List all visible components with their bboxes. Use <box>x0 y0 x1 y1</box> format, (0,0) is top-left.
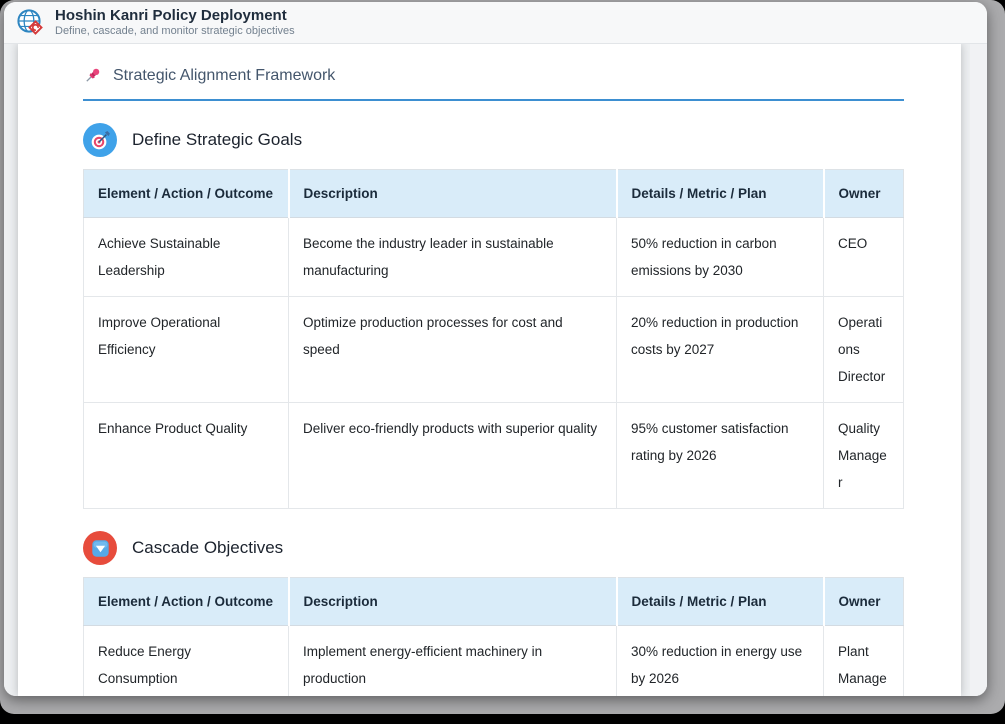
pushpin-icon <box>83 66 102 85</box>
section-define-strategic-goals: Define Strategic Goals Element / Action /… <box>83 123 904 509</box>
table-header-row: Element / Action / OutcomeDescriptionDet… <box>84 170 904 218</box>
table-cell: Become the industry leader in sustainabl… <box>289 218 617 297</box>
table-cell: Implement energy-efficient machinery in … <box>289 626 617 697</box>
table-cell: Reduce Energy Consumption <box>84 626 289 697</box>
app-logo-icon <box>16 8 46 38</box>
target-icon <box>83 123 117 157</box>
scrollbar-track[interactable] <box>970 44 987 696</box>
table-row: Achieve Sustainable LeadershipBecome the… <box>84 218 904 297</box>
desktop-background: Hoshin Kanri Policy Deployment Define, c… <box>0 0 1005 714</box>
column-header: Description <box>289 578 617 626</box>
section-heading-text: Cascade Objectives <box>132 538 283 558</box>
table-cell: Improve Operational Efficiency <box>84 297 289 403</box>
app-window: Hoshin Kanri Policy Deployment Define, c… <box>4 2 987 696</box>
table-cell: 95% customer satisfaction rating by 2026 <box>617 403 824 509</box>
column-header: Owner <box>824 578 904 626</box>
column-header: Element / Action / Outcome <box>84 578 289 626</box>
table-row: Enhance Product QualityDeliver eco-frien… <box>84 403 904 509</box>
app-subtitle: Define, cascade, and monitor strategic o… <box>55 25 295 38</box>
table-cell: 20% reduction in production costs by 202… <box>617 297 824 403</box>
section-heading: Define Strategic Goals <box>83 123 904 157</box>
section-heading-text: Define Strategic Goals <box>132 130 302 150</box>
framework-title-text: Strategic Alignment Framework <box>113 67 335 85</box>
section-cascade-objectives: Cascade Objectives Element / Action / Out… <box>83 531 904 696</box>
table-cell: Plant Manager <box>824 626 904 697</box>
table-cell: Achieve Sustainable Leadership <box>84 218 289 297</box>
framework-title: Strategic Alignment Framework <box>83 66 904 101</box>
down-button-icon <box>83 531 117 565</box>
table-cell: Quality Manager <box>824 403 904 509</box>
column-header: Element / Action / Outcome <box>84 170 289 218</box>
column-header: Details / Metric / Plan <box>617 578 824 626</box>
table-cell: Deliver eco-friendly products with super… <box>289 403 617 509</box>
column-header: Description <box>289 170 617 218</box>
table-cell: CEO <box>824 218 904 297</box>
table-row: Improve Operational EfficiencyOptimize p… <box>84 297 904 403</box>
table-cell: Optimize production processes for cost a… <box>289 297 617 403</box>
section-heading: Cascade Objectives <box>83 531 904 565</box>
page-content: Strategic Alignment Framework Define Str… <box>4 44 987 696</box>
sections-container: Define Strategic Goals Element / Action /… <box>83 123 904 696</box>
table-cell: Enhance Product Quality <box>84 403 289 509</box>
table-header-row: Element / Action / OutcomeDescriptionDet… <box>84 578 904 626</box>
objectives-table: Element / Action / OutcomeDescriptionDet… <box>83 169 904 509</box>
objectives-table: Element / Action / OutcomeDescriptionDet… <box>83 577 904 696</box>
table-cell: 50% reduction in carbon emissions by 203… <box>617 218 824 297</box>
app-title: Hoshin Kanri Policy Deployment <box>55 7 295 26</box>
table-row: Reduce Energy ConsumptionImplement energ… <box>84 626 904 697</box>
column-header: Owner <box>824 170 904 218</box>
app-header: Hoshin Kanri Policy Deployment Define, c… <box>4 2 987 44</box>
table-cell: Operations Director <box>824 297 904 403</box>
main-card: Strategic Alignment Framework Define Str… <box>18 44 961 696</box>
table-cell: 30% reduction in energy use by 2026 <box>617 626 824 697</box>
app-header-titles: Hoshin Kanri Policy Deployment Define, c… <box>55 7 295 39</box>
column-header: Details / Metric / Plan <box>617 170 824 218</box>
